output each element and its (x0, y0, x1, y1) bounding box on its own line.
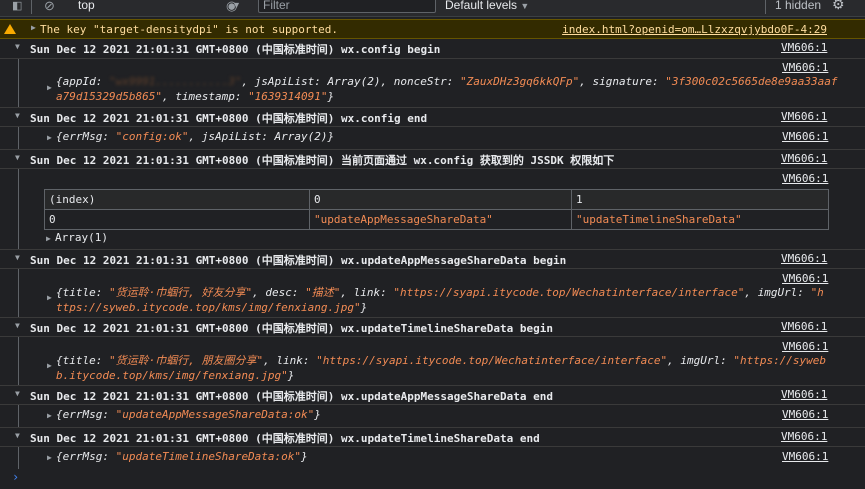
source-link[interactable]: VM606:1 (782, 340, 828, 353)
collapse-triangle-icon[interactable]: ▼ (15, 389, 20, 398)
log-levels-dropdown[interactable]: Default levels ▼ (445, 0, 529, 13)
table-cell: 0 (44, 209, 310, 230)
warning-icon (4, 24, 16, 34)
expand-triangle-icon[interactable]: ▶ (47, 83, 52, 92)
console-group-header[interactable]: ▼ Sun Dec 12 2021 21:01:31 GMT+0800 (中国标… (0, 149, 865, 169)
table-header-row: (index) 0 1 (44, 189, 829, 210)
expand-triangle-icon[interactable]: ▶ (46, 234, 51, 243)
source-link[interactable]: VM606:1 (781, 152, 827, 165)
collapse-triangle-icon[interactable]: ▼ (15, 42, 20, 51)
source-link[interactable]: VM606:1 (781, 320, 827, 333)
toolbar-divider (765, 0, 766, 14)
group-title: Sun Dec 12 2021 21:01:31 GMT+0800 (中国标准时… (30, 112, 428, 125)
console-table: (index) 0 1 0 "updateAppMessageShareData… (44, 189, 829, 230)
table-header-cell[interactable]: (index) (44, 189, 310, 210)
gear-icon[interactable]: ⚙ (832, 0, 845, 11)
collapse-triangle-icon[interactable]: ▼ (15, 153, 20, 162)
expand-triangle-icon[interactable]: ▶ (47, 361, 52, 370)
group-title: Sun Dec 12 2021 21:01:31 GMT+0800 (中国标准时… (30, 432, 540, 445)
expand-triangle-icon[interactable]: ▶ (31, 23, 36, 32)
collapse-triangle-icon[interactable]: ▼ (15, 431, 20, 440)
table-cell: "updateAppMessageShareData" (309, 209, 572, 230)
table-header-cell[interactable]: 1 (571, 189, 829, 210)
expand-triangle-icon[interactable]: ▶ (47, 293, 52, 302)
expand-triangle-icon[interactable]: ▶ (47, 133, 52, 142)
log-levels-label: Default levels (445, 0, 518, 12)
group-title: Sun Dec 12 2021 21:01:31 GMT+0800 (中国标准时… (30, 390, 553, 403)
source-link[interactable]: VM606:1 (782, 61, 828, 74)
hidden-messages-count: 1 hidden (775, 0, 822, 12)
share-config-object[interactable]: {title: "货运聆·巾蝈行, 朋友圈分享", link: "https:/… (56, 353, 826, 383)
source-link[interactable]: VM606:1 (782, 130, 828, 143)
console-toolbar: ◧ ⊘ top ▼ ◉ Filter Default levels ▼ 1 hi… (0, 0, 865, 17)
console-group-header[interactable]: ▼ Sun Dec 12 2021 21:01:31 GMT+0800 (中国标… (0, 249, 865, 269)
console-group-header[interactable]: ▼ Sun Dec 12 2021 21:01:31 GMT+0800 (中国标… (0, 39, 865, 59)
sidebar-toggle-icon[interactable]: ◧ (12, 0, 22, 14)
source-link[interactable]: VM606:1 (782, 450, 828, 463)
share-config-object[interactable]: {title: "货运聆·巾蝈行, 好友分享", desc: "描述", lin… (56, 285, 824, 315)
table-row: 0 "updateAppMessageShareData" "updateTim… (44, 209, 829, 230)
source-link[interactable]: VM606:1 (781, 388, 827, 401)
source-link[interactable]: VM606:1 (782, 172, 828, 185)
filter-input[interactable]: Filter (258, 0, 436, 13)
console-group-header[interactable]: ▼ Sun Dec 12 2021 21:01:31 GMT+0800 (中国标… (0, 107, 865, 127)
group-body: ▶ {errMsg: "updateTimelineShareData:ok"}… (18, 447, 865, 469)
source-link[interactable]: VM606:1 (782, 408, 828, 421)
group-title: Sun Dec 12 2021 21:01:31 GMT+0800 (中国标准时… (30, 154, 615, 167)
config-result-object[interactable]: {errMsg: "config:ok", jsApiList: Array(2… (56, 130, 334, 143)
source-link[interactable]: VM606:1 (781, 430, 827, 443)
warning-text: The key "target-densitydpi" is not suppo… (40, 23, 339, 36)
collapse-triangle-icon[interactable]: ▼ (15, 111, 20, 120)
toolbar-divider (31, 0, 32, 14)
table-cell: "updateTimelineShareData" (571, 209, 829, 230)
group-body: ▶ {errMsg: "updateAppMessageShareData:ok… (18, 405, 865, 427)
group-body: VM606:1 ▶ {appId: "wx9991...........3", … (18, 59, 865, 107)
redacted-appid: "wx9991...........3" (108, 75, 242, 88)
source-link[interactable]: VM606:1 (781, 41, 827, 54)
share-result-object[interactable]: {errMsg: "updateAppMessageShareData:ok"} (56, 408, 321, 421)
eye-icon[interactable]: ◉ (226, 0, 237, 14)
collapse-triangle-icon[interactable]: ▼ (15, 321, 20, 330)
source-link[interactable]: VM606:1 (781, 252, 827, 265)
group-title: Sun Dec 12 2021 21:01:31 GMT+0800 (中国标准时… (30, 254, 567, 267)
source-link[interactable]: index.html?openid=om…Llzxzqvjybdo0F-4:29 (562, 23, 827, 36)
array-summary[interactable]: Array(1) (55, 231, 108, 244)
group-body: ▶ {errMsg: "config:ok", jsApiList: Array… (18, 127, 865, 149)
table-header-cell[interactable]: 0 (309, 189, 572, 210)
expand-triangle-icon[interactable]: ▶ (47, 453, 52, 462)
collapse-triangle-icon[interactable]: ▼ (15, 253, 20, 262)
context-selector[interactable]: top (78, 0, 95, 12)
console-group-header[interactable]: ▼ Sun Dec 12 2021 21:01:31 GMT+0800 (中国标… (0, 385, 865, 405)
source-link[interactable]: VM606:1 (781, 110, 827, 123)
group-body: VM606:1 ▶ {title: "货运聆·巾蝈行, 朋友圈分享", link… (18, 337, 865, 385)
source-link[interactable]: VM606:1 (782, 272, 828, 285)
group-body: VM606:1 ▶ {title: "货运聆·巾蝈行, 好友分享", desc:… (18, 269, 865, 317)
group-title: Sun Dec 12 2021 21:01:31 GMT+0800 (中国标准时… (30, 322, 553, 335)
config-object[interactable]: {appId: "wx9991...........3", jsApiList:… (56, 74, 837, 104)
clear-console-icon[interactable]: ⊘ (44, 0, 55, 14)
share-result-object[interactable]: {errMsg: "updateTimelineShareData:ok"} (56, 450, 308, 463)
console-prompt-icon[interactable]: › (12, 470, 19, 484)
warning-message: ▶ The key "target-densitydpi" is not sup… (0, 19, 865, 39)
chevron-down-icon: ▼ (520, 1, 530, 11)
expand-triangle-icon[interactable]: ▶ (47, 411, 52, 420)
group-title: Sun Dec 12 2021 21:01:31 GMT+0800 (中国标准时… (30, 43, 441, 56)
console-group-header[interactable]: ▼ Sun Dec 12 2021 21:01:31 GMT+0800 (中国标… (0, 427, 865, 447)
console-group-header[interactable]: ▼ Sun Dec 12 2021 21:01:31 GMT+0800 (中国标… (0, 317, 865, 337)
